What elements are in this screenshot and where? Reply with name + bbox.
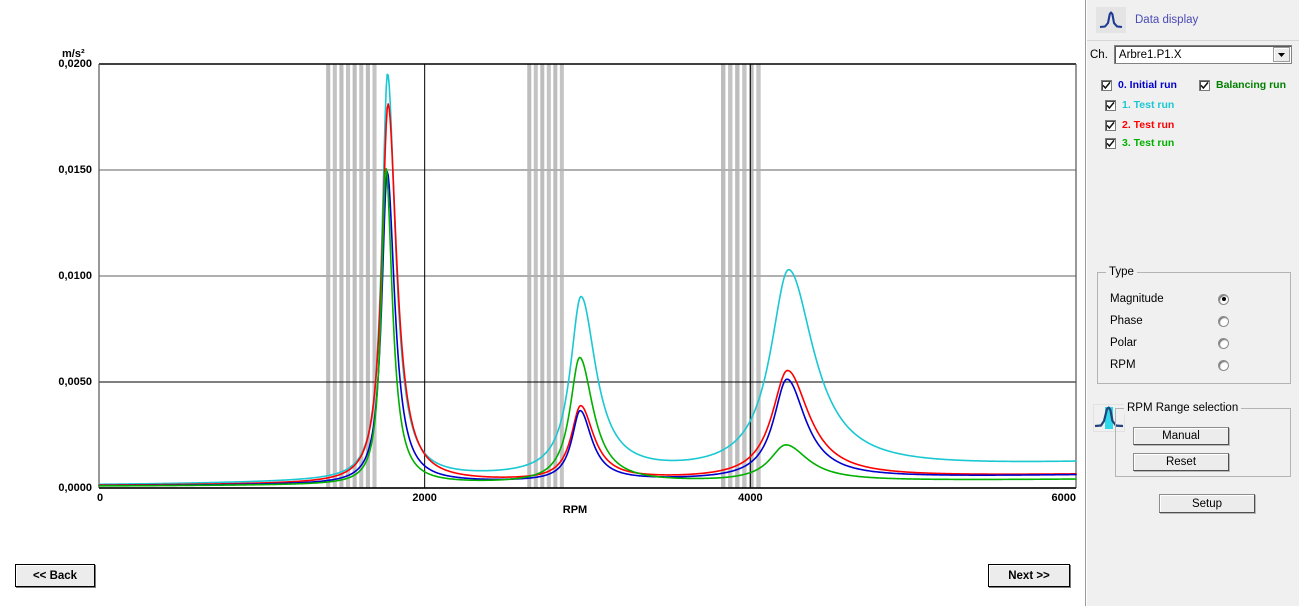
type-option-label: Polar [1110,337,1137,349]
legend-row: 1. Test run [1105,94,1297,116]
side-panel: Data display Ch. Arbre1.P1.X 0. Initial … [1086,0,1299,606]
type-option-rpm[interactable]: RPM [1110,355,1282,375]
type-option-phase[interactable]: Phase [1110,311,1282,331]
back-button[interactable]: << Back [15,564,95,587]
legend-item-label: 1. Test run [1122,99,1175,111]
data-display-window: m/s² 0,0000 0,0050 0,0100 0,0150 0,0200 0 200… [0,0,1299,606]
legend-item[interactable]: Balancing run [1199,79,1286,91]
x-axis-tick-label: 6000 [1051,492,1076,504]
legend-item[interactable]: 2. Test run [1105,119,1174,131]
check-icon [1106,101,1115,109]
chart-pane: m/s² 0,0000 0,0050 0,0100 0,0150 0,0200 0 200… [0,0,1086,606]
x-axis-tick-label: 0 [97,492,104,504]
type-groupbox: Type Magnitude Phase Polar RPM [1097,266,1291,384]
x-axis-tick-label: 2000 [412,492,437,504]
legend-item-label: Balancing run [1216,79,1287,91]
chevron-down-icon[interactable] [1272,47,1290,62]
legend-row-secondary: Balancing run [1199,79,1286,91]
type-option-label: RPM [1110,359,1136,371]
legend-row: 0. Initial run Balancing run [1101,76,1297,94]
next-button[interactable]: Next >> [988,564,1070,587]
resonance-plot[interactable] [0,0,1086,545]
legend-row: 2. Test run [1105,116,1297,134]
type-option-radio[interactable] [1218,293,1229,305]
run-legend: 0. Initial run Balancing run 1. Test run 2.… [1101,76,1297,152]
type-option-magnitude[interactable]: Magnitude [1110,289,1282,309]
resonance-peak-icon [1096,7,1126,33]
check-icon [1102,81,1111,89]
check-icon [1106,139,1115,147]
type-option-polar[interactable]: Polar [1110,333,1282,353]
check-icon [1106,121,1115,129]
channel-value: Arbre1.P1.X [1118,48,1182,61]
legend-item-label: 3. Test run [1122,137,1175,149]
legend-item[interactable]: 0. Initial run [1101,79,1177,91]
legend-checkbox[interactable] [1101,79,1112,91]
channel-row: Ch. Arbre1.P1.X [1090,45,1292,64]
panel-header: Data display [1087,0,1299,41]
legend-checkbox[interactable] [1105,99,1116,111]
x-axis-tick-label: 4000 [738,492,763,504]
legend-item[interactable]: 1. Test run [1105,99,1174,111]
channel-combobox[interactable]: Arbre1.P1.X [1113,45,1292,64]
type-option-radio[interactable] [1218,337,1229,349]
type-option-radio[interactable] [1218,315,1229,327]
type-option-label: Magnitude [1110,293,1164,305]
type-option-radio[interactable] [1218,359,1229,371]
panel-title: Data display [1135,14,1199,26]
manual-button[interactable]: Manual [1133,427,1229,445]
legend-item-label: 0. Initial run [1118,79,1177,91]
type-option-label: Phase [1110,315,1143,327]
type-groupbox-title: Type [1106,266,1137,278]
check-icon [1200,81,1209,89]
legend-checkbox[interactable] [1199,79,1210,91]
channel-label: Ch. [1090,48,1108,61]
legend-checkbox[interactable] [1105,137,1116,149]
chart-area[interactable]: m/s² 0,0000 0,0050 0,0100 0,0150 0,0200 0 200… [0,0,1086,545]
legend-checkbox[interactable] [1105,119,1116,131]
setup-button[interactable]: Setup [1159,494,1255,513]
legend-item-label: 2. Test run [1122,119,1175,131]
reset-button[interactable]: Reset [1133,453,1229,471]
legend-item[interactable]: 3. Test run [1105,137,1174,149]
rpm-range-groupbox-title: RPM Range selection [1124,402,1242,414]
x-axis-title: RPM [562,504,588,516]
legend-row: 3. Test run [1105,134,1297,152]
